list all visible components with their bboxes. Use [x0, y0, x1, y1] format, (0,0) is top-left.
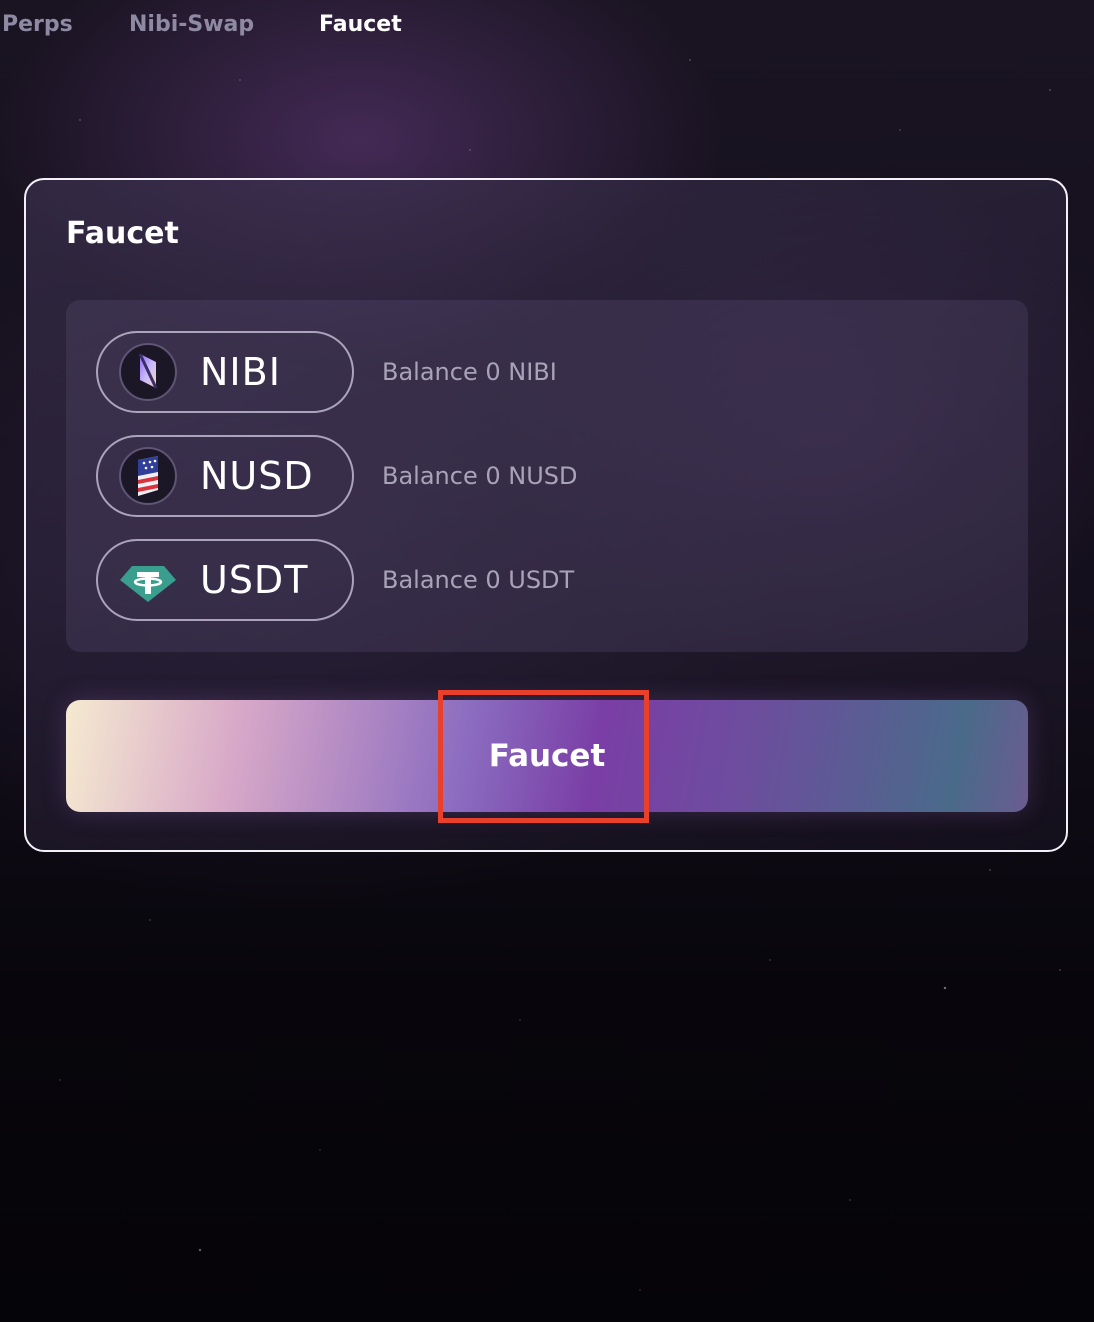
token-symbol-usdt: USDT — [200, 558, 309, 602]
nibi-icon — [118, 342, 178, 402]
nusd-icon — [118, 446, 178, 506]
nav-link-faucet[interactable]: Faucet — [319, 12, 402, 37]
token-symbol-nibi: NIBI — [200, 350, 281, 394]
token-row-nibi: NIBI Balance 0 NIBI — [96, 330, 557, 414]
card-title: Faucet — [66, 216, 179, 251]
token-row-usdt: USDT Balance 0 USDT — [96, 538, 574, 622]
token-pill-nibi[interactable]: NIBI — [96, 331, 354, 413]
token-row-nusd: NUSD Balance 0 NUSD — [96, 434, 577, 518]
faucet-button-label: Faucet — [488, 738, 606, 774]
nav-link-nibi-swap[interactable]: Nibi-Swap — [129, 12, 254, 37]
token-balance-usdt: Balance 0 USDT — [382, 566, 575, 594]
token-balance-nusd: Balance 0 NUSD — [382, 462, 578, 490]
token-symbol-nusd: NUSD — [200, 454, 314, 498]
token-balance-nibi: Balance 0 NIBI — [382, 358, 557, 386]
nav-link-perps[interactable]: Perps — [2, 12, 73, 37]
faucet-button[interactable]: Faucet — [66, 700, 1028, 812]
token-list-panel: NIBI Balance 0 NIBI NUSD Balance 0 NUSD … — [66, 300, 1028, 652]
faucet-card: Faucet NIBI Balance 0 NIBI NUSD Balance … — [24, 178, 1068, 852]
usdt-icon — [118, 550, 178, 610]
token-pill-nusd[interactable]: NUSD — [96, 435, 354, 517]
token-pill-usdt[interactable]: USDT — [96, 539, 354, 621]
